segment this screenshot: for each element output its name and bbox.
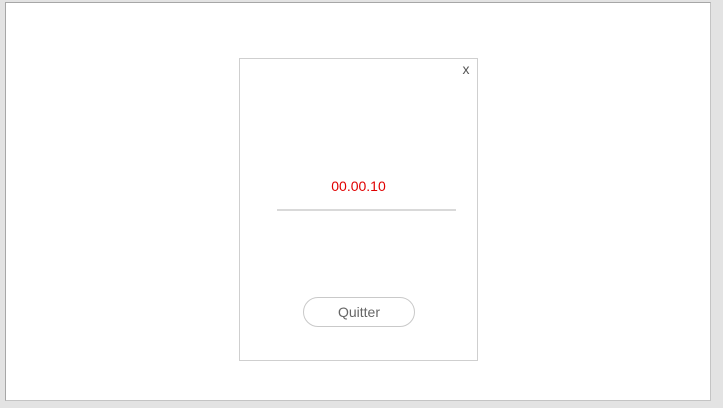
timer-dialog: x 00.00.10 Quitter: [239, 58, 478, 361]
timer-display: 00.00.10: [331, 178, 386, 194]
app-window: x 00.00.10 Quitter: [5, 2, 711, 401]
divider: [277, 209, 456, 211]
close-icon[interactable]: x: [460, 62, 472, 76]
quit-button[interactable]: Quitter: [303, 297, 415, 327]
